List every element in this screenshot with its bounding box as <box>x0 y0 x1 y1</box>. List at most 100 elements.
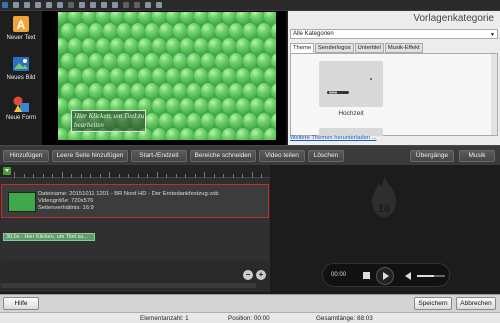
video-frame[interactable]: Hier Klicken, um Titel zu bearbeiten <box>58 12 276 140</box>
ball-shape <box>152 98 166 114</box>
transitions-button[interactable]: Übergänge <box>410 150 454 162</box>
zoom-out-icon[interactable] <box>90 2 96 8</box>
help-button[interactable]: Hilfe <box>3 297 39 310</box>
rotate-left-icon[interactable] <box>123 2 129 8</box>
ball-shape <box>236 38 250 54</box>
ball-shape <box>264 12 276 24</box>
ball-shape <box>82 68 96 84</box>
ball-shape <box>159 113 173 129</box>
title-overlay-text[interactable]: Hier Klicken, um Titel zu bearbeiten <box>74 112 149 130</box>
stop-icon[interactable] <box>363 272 370 279</box>
video-track-clip[interactable]: Dateiname: 20151011 1201 - BR Nord HD - … <box>1 184 269 218</box>
ball-shape <box>236 128 250 140</box>
ball-shape <box>229 83 243 99</box>
delete-button[interactable]: Löschen <box>308 150 344 162</box>
rotate-right-icon[interactable] <box>134 2 140 8</box>
paste-icon[interactable] <box>57 2 63 8</box>
settings-icon[interactable] <box>156 2 162 8</box>
dialog-buttons: Hilfe Speichern Abbrechen <box>0 294 500 312</box>
ball-shape <box>96 68 110 84</box>
copy-icon[interactable] <box>46 2 52 8</box>
ball-shape <box>201 53 215 69</box>
new-image-button[interactable]: Neues Bild <box>2 55 40 81</box>
play-icon[interactable] <box>376 267 394 285</box>
text-clip[interactable]: 30,0s - Hier Klicken, um Titel zu... <box>3 233 95 241</box>
template-scrollbar[interactable] <box>491 54 497 135</box>
more-themes-link[interactable]: Weitere Themen herunterladen ... <box>290 135 376 141</box>
ball-shape <box>159 83 173 99</box>
app-logo-icon[interactable] <box>2 2 8 8</box>
template-panel-title: Vorlagenkategorie <box>413 13 494 24</box>
music-button[interactable]: Musik <box>459 150 495 162</box>
ball-shape <box>194 68 208 84</box>
app-window: A Neuer Text Neues Bild Neue Form Hier K… <box>0 0 500 323</box>
ruler-tick <box>128 174 129 178</box>
ruler-tick <box>147 174 148 178</box>
cancel-button[interactable]: Abbrechen <box>456 297 496 310</box>
ball-shape <box>166 68 180 84</box>
status-bar: Elementanzahl: 1 Position: 00:00 Gesamtl… <box>0 312 500 323</box>
ruler-tick <box>232 174 234 178</box>
ball-shape <box>264 128 276 140</box>
zoom-in-timeline-icon[interactable]: + <box>256 270 266 280</box>
template-thumbnail-hochzeit[interactable] <box>319 61 383 107</box>
ruler-tick <box>42 174 44 178</box>
playhead-marker-icon[interactable] <box>3 167 11 175</box>
zoom-out-timeline-icon[interactable]: − <box>243 270 253 280</box>
tab-senderlogos[interactable]: Senderlogos <box>315 43 354 53</box>
tab-untertitel[interactable]: Untertitel <box>354 43 384 53</box>
template-list: Hochzeit <box>290 53 498 136</box>
ball-shape <box>264 38 276 54</box>
volume-icon[interactable] <box>405 272 411 280</box>
timeline-ruler[interactable] <box>0 165 270 178</box>
ball-shape <box>68 68 82 84</box>
split-video-button[interactable]: Video teilen <box>259 150 305 162</box>
category-select[interactable]: Alle Kategorien ▼ <box>290 29 498 39</box>
ruler-tick <box>242 174 243 178</box>
cut-regions-button[interactable]: Bereiche schneiden <box>190 150 256 162</box>
save-button[interactable]: Speichern <box>414 297 452 310</box>
add-button[interactable]: Hinzufügen <box>3 150 49 162</box>
total-length: Gesamtlänge: 88:03 <box>316 315 373 322</box>
ball-shape <box>257 113 271 129</box>
ball-shape <box>131 83 145 99</box>
ball-shape <box>257 53 271 69</box>
ball-shape <box>68 38 82 54</box>
ball-shape <box>61 53 75 69</box>
export-icon[interactable] <box>145 2 151 8</box>
clip-aspect-ratio: Seitenverhältnis: 16:9 <box>38 205 94 211</box>
new-icon[interactable] <box>13 2 19 8</box>
ball-shape <box>61 83 75 99</box>
zoom-in-icon[interactable] <box>79 2 85 8</box>
ruler-tick <box>137 174 139 178</box>
ball-shape <box>271 23 276 39</box>
ruler-tick <box>61 172 63 178</box>
cut-icon[interactable] <box>24 2 30 8</box>
ball-shape <box>166 98 180 114</box>
zoom-fit-icon[interactable] <box>101 2 107 8</box>
ball-shape <box>208 38 222 54</box>
action-bar: Hinzufügen Leere Seite hinzufügen Start-… <box>0 145 500 165</box>
ball-shape <box>201 23 215 39</box>
ball-shape <box>61 23 75 39</box>
tab-musik-effekt[interactable]: Musik-Effekt <box>384 43 423 53</box>
text-icon: A <box>12 15 30 33</box>
undo-icon[interactable] <box>68 2 74 8</box>
add-empty-page-button[interactable]: Leere Seite hinzufügen <box>52 150 128 162</box>
ruler-tick <box>109 172 110 178</box>
delete-icon[interactable] <box>35 2 41 8</box>
timeline-scrollbar[interactable] <box>1 283 256 288</box>
zoom-reset-icon[interactable] <box>112 2 118 8</box>
ball-shape <box>110 68 124 84</box>
ball-shape <box>222 98 236 114</box>
ruler-tick <box>90 174 91 178</box>
new-shape-button[interactable]: Neue Form <box>2 95 40 121</box>
start-end-time-button[interactable]: Start-/Endzeit <box>131 150 187 162</box>
ball-shape <box>145 83 159 99</box>
tab-theme[interactable]: Theme <box>290 43 315 53</box>
new-text-button[interactable]: A Neuer Text <box>2 15 40 41</box>
ball-shape <box>166 38 180 54</box>
ball-shape <box>96 38 110 54</box>
volume-slider[interactable] <box>417 275 445 277</box>
ball-shape <box>117 83 131 99</box>
